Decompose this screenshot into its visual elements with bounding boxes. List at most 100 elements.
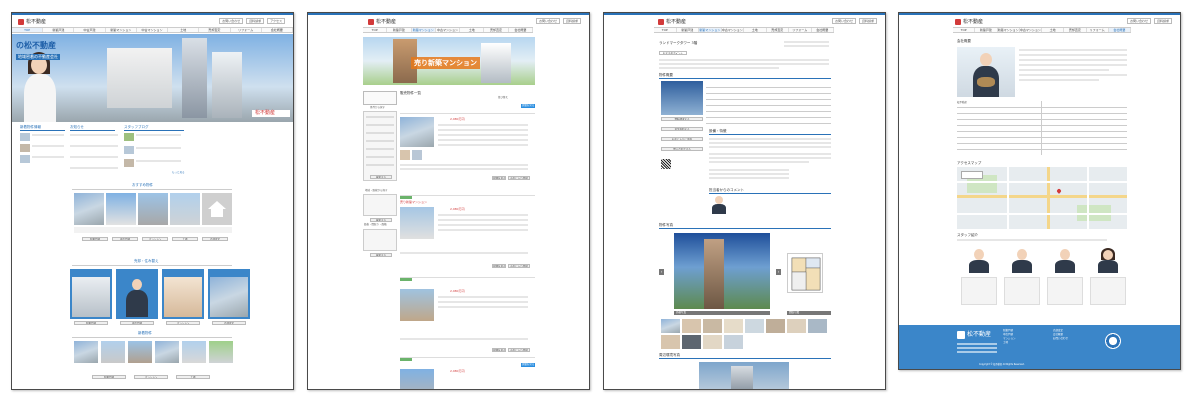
new-link[interactable]: 新築戸建 xyxy=(92,375,126,379)
nav-item-company[interactable]: 会社概要 xyxy=(262,28,293,32)
gallery-next-arrow[interactable]: › xyxy=(776,269,781,275)
nav-item-new-mansion[interactable]: 新築マンション xyxy=(411,28,436,32)
listing-thumb[interactable] xyxy=(412,150,422,160)
sidebar-option[interactable] xyxy=(366,140,394,142)
favorite-button[interactable]: お気に入り登録 xyxy=(508,176,530,180)
staff-card[interactable] xyxy=(1047,245,1083,309)
header-link-contact[interactable]: お問い合わせ xyxy=(831,18,856,24)
featured-photo-3[interactable] xyxy=(138,193,168,225)
new-property-photo[interactable] xyxy=(155,341,179,363)
surroundings-photo[interactable] xyxy=(699,362,789,389)
sale-banner-2[interactable] xyxy=(116,269,158,319)
header-link-contact[interactable]: お問い合わせ xyxy=(219,18,244,24)
blog-text[interactable] xyxy=(136,134,181,136)
new-property-photo[interactable] xyxy=(101,341,125,363)
gallery-thumb[interactable] xyxy=(682,335,701,349)
nav-item-top[interactable]: TOP xyxy=(953,28,976,32)
news-thumb[interactable] xyxy=(20,133,30,141)
new-property-photo[interactable] xyxy=(209,341,233,363)
blog-thumb[interactable] xyxy=(124,159,134,167)
sale-link[interactable]: 新築戸建 xyxy=(74,321,108,325)
category-button-land[interactable]: 土地 xyxy=(172,237,198,241)
site-logo[interactable]: 松不動産 xyxy=(955,18,983,25)
staff-card[interactable] xyxy=(961,245,997,309)
gallery-thumb[interactable] xyxy=(808,319,827,333)
gallery-thumb[interactable] xyxy=(724,319,743,333)
gallery-thumb[interactable] xyxy=(661,335,680,349)
new-property-photo[interactable] xyxy=(128,341,152,363)
site-logo[interactable]: 松不動産 xyxy=(368,18,396,25)
floor-plan[interactable] xyxy=(787,253,823,293)
header-link-request[interactable]: 資料請求 xyxy=(1153,18,1172,24)
category-button-sale[interactable]: 売却査定 xyxy=(202,237,228,241)
search-button[interactable]: 検索する xyxy=(370,218,392,222)
sale-banner-3[interactable] xyxy=(162,269,204,319)
sale-link[interactable]: 中古戸建 xyxy=(120,321,154,325)
info-text[interactable] xyxy=(70,134,118,136)
listing-thumb[interactable] xyxy=(400,150,410,160)
nav-item-new-house[interactable]: 新築戸建 xyxy=(387,28,412,32)
staff-card[interactable] xyxy=(1090,245,1126,309)
header-link-contact[interactable]: お問い合わせ xyxy=(1126,18,1151,24)
nav-item-used-mansion[interactable]: 中古マンション xyxy=(722,28,744,32)
nav-item-new-house[interactable]: 新築戸建 xyxy=(975,28,998,32)
footer-menu-item[interactable]: お問い合わせ xyxy=(1053,337,1068,341)
listing-photo[interactable] xyxy=(400,117,434,147)
info-text[interactable] xyxy=(70,156,118,158)
nav-item-top[interactable]: TOP xyxy=(12,28,44,32)
header-link-request[interactable]: 資料請求 xyxy=(562,18,581,24)
info-text[interactable] xyxy=(70,145,118,147)
nav-item-top[interactable]: TOP xyxy=(654,28,677,32)
more-link[interactable]: もっと見る xyxy=(172,171,185,175)
sale-link[interactable]: マンション xyxy=(166,321,200,325)
sidebar-option[interactable] xyxy=(366,164,394,166)
nav-item-used-mansion[interactable]: 中古マンション xyxy=(1020,28,1042,32)
news-thumb[interactable] xyxy=(20,144,30,152)
favorite-button[interactable]: お気に入り登録 xyxy=(508,264,530,268)
header-link-contact[interactable]: お問い合わせ xyxy=(535,18,560,24)
side-button-favorite[interactable]: お気に入りに追加 xyxy=(661,137,703,141)
detail-button[interactable]: 詳細を見る xyxy=(492,348,506,352)
nav-item-land[interactable]: 土地 xyxy=(460,28,485,32)
sale-link[interactable]: 売却査定 xyxy=(212,321,246,325)
new-property-photo[interactable] xyxy=(182,341,206,363)
nav-item-new-house[interactable]: 新築戸建 xyxy=(677,28,699,32)
new-link[interactable]: マンション xyxy=(134,375,168,379)
nav-item-new-mansion[interactable]: 新築マンション xyxy=(106,28,137,32)
gallery-thumb[interactable] xyxy=(703,335,722,349)
news-text[interactable] xyxy=(32,145,64,147)
listing-item[interactable]: 売り新築マンション 2,980万円 詳細を見る お気に入り登録 xyxy=(400,195,535,273)
featured-photo-2[interactable] xyxy=(106,193,136,225)
favorite-button[interactable]: お気に入り登録 xyxy=(508,348,530,352)
nav-item-reform[interactable]: リフォーム xyxy=(231,28,262,32)
sidebar-option[interactable] xyxy=(366,116,394,118)
point-button[interactable]: おすすめポイント xyxy=(659,51,687,55)
nav-item-new-house[interactable]: 新築戸建 xyxy=(43,28,75,32)
news-thumb[interactable] xyxy=(20,155,30,163)
nav-item-reform[interactable]: リフォーム xyxy=(1087,28,1109,32)
nav-item-company[interactable]: 会社概要 xyxy=(1108,28,1131,32)
header-link-request[interactable]: 資料請求 xyxy=(858,18,877,24)
listing-photo[interactable] xyxy=(400,289,434,321)
gallery-main-photo[interactable] xyxy=(674,233,770,309)
sidebar-area[interactable] xyxy=(363,194,397,216)
sale-banner-4[interactable] xyxy=(208,269,250,319)
gallery-prev-arrow[interactable]: ‹ xyxy=(659,269,664,275)
property-main-photo[interactable] xyxy=(661,81,703,115)
info-text[interactable] xyxy=(70,167,118,169)
search-button[interactable]: 検索する xyxy=(370,253,392,257)
sidebar-option[interactable] xyxy=(366,156,394,158)
gallery-thumb[interactable] xyxy=(703,319,722,333)
nav-item-new-mansion[interactable]: 新築マンション xyxy=(699,28,722,32)
listing-item[interactable]: 2,980万円 詳細を見る お気に入り登録 xyxy=(400,277,535,355)
nav-item-sale[interactable]: 売却査定 xyxy=(484,28,509,32)
gallery-thumb[interactable] xyxy=(766,319,785,333)
site-logo[interactable]: 松不動産 xyxy=(18,18,46,25)
listing-photo[interactable] xyxy=(400,207,434,239)
news-text[interactable] xyxy=(32,156,64,158)
blog-text[interactable] xyxy=(136,160,181,162)
gallery-thumb[interactable] xyxy=(787,319,806,333)
featured-photo-4[interactable] xyxy=(170,193,200,225)
sidebar-search-box[interactable] xyxy=(363,91,397,105)
nav-item-company[interactable]: 会社概要 xyxy=(812,28,834,32)
